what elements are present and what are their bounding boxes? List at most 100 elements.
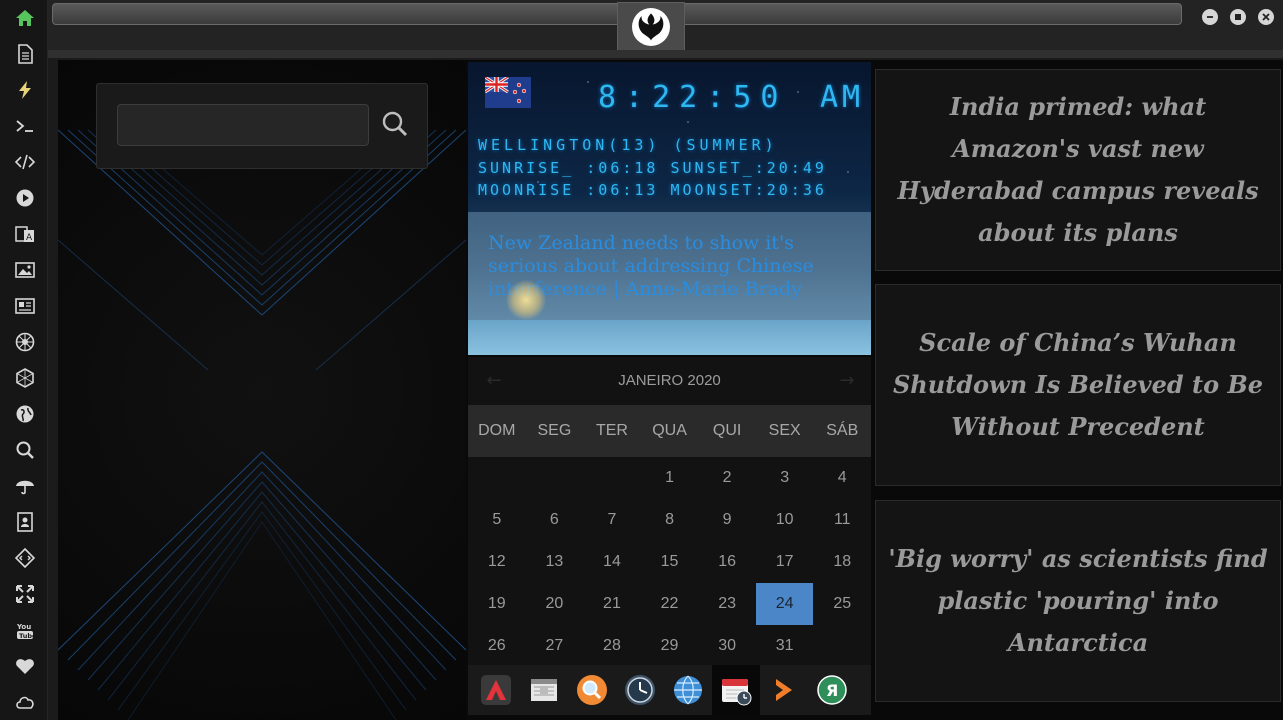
calendar-week: 26 27 28 29 30 31 bbox=[468, 625, 871, 667]
horizon-band bbox=[468, 320, 871, 355]
calendar-day[interactable] bbox=[583, 457, 641, 499]
play-icon[interactable] bbox=[10, 184, 40, 212]
calendar-day[interactable]: 23 bbox=[698, 583, 756, 625]
calendar-clock-icon[interactable] bbox=[712, 665, 760, 715]
sidebar: A You Tube bbox=[0, 0, 48, 720]
calendar-day[interactable]: 7 bbox=[583, 499, 641, 541]
news-headline: 'Big worry' as scientists find plastic '… bbox=[888, 544, 1268, 657]
rebel-alliance-logo-icon bbox=[632, 8, 670, 46]
calendar-day[interactable]: 4 bbox=[813, 457, 871, 499]
red-app-icon[interactable] bbox=[480, 674, 512, 706]
expand-icon[interactable] bbox=[10, 580, 40, 608]
calendar-day-today[interactable]: 24 bbox=[755, 583, 814, 625]
calendar-day[interactable]: 2 bbox=[698, 457, 756, 499]
search-button[interactable] bbox=[377, 106, 413, 142]
contacts-icon[interactable] bbox=[10, 508, 40, 536]
new-zealand-flag-icon bbox=[485, 77, 531, 108]
code-icon[interactable] bbox=[10, 148, 40, 176]
clock-icon[interactable] bbox=[624, 674, 656, 706]
calendar-header: ← JANEIRO 2020 → bbox=[468, 357, 871, 403]
calendar-day[interactable]: 28 bbox=[583, 625, 641, 667]
globe-icon[interactable] bbox=[10, 400, 40, 428]
calendar-prev-button[interactable]: ← bbox=[482, 369, 506, 391]
weekday-label: QUA bbox=[652, 422, 687, 439]
calendar-day[interactable]: 8 bbox=[641, 499, 699, 541]
home-icon[interactable] bbox=[10, 4, 40, 32]
magnifier-icon[interactable] bbox=[576, 674, 608, 706]
minimize-button[interactable] bbox=[1202, 9, 1218, 25]
weekday-label: SEX bbox=[768, 422, 801, 439]
calendar-week: 1 2 3 4 bbox=[468, 457, 871, 499]
calendar-day[interactable]: 25 bbox=[813, 583, 871, 625]
calendar-day[interactable]: 15 bbox=[641, 541, 699, 583]
calendar-day[interactable]: 21 bbox=[583, 583, 641, 625]
calendar-day[interactable] bbox=[468, 457, 526, 499]
calendar-day[interactable]: 20 bbox=[526, 583, 584, 625]
top-bar bbox=[48, 0, 1283, 54]
calendar-day[interactable]: 27 bbox=[526, 625, 584, 667]
calendar-day[interactable] bbox=[813, 625, 871, 667]
globe-icon[interactable] bbox=[672, 674, 704, 706]
calendar-day[interactable] bbox=[526, 457, 584, 499]
search-box bbox=[96, 83, 428, 169]
rebel-icon[interactable] bbox=[10, 328, 40, 356]
calendar-day[interactable]: 12 bbox=[468, 541, 526, 583]
calendar-weekday-row: DOM SEG TER QUA QUI SEX SÁB bbox=[468, 405, 871, 457]
translate-icon[interactable]: A bbox=[10, 220, 40, 248]
calendar-day[interactable]: 22 bbox=[641, 583, 699, 625]
calendar-day[interactable]: 26 bbox=[468, 625, 526, 667]
calendar-day[interactable]: 18 bbox=[813, 541, 871, 583]
logo-tab[interactable] bbox=[617, 2, 685, 52]
calendar-day[interactable]: 29 bbox=[641, 625, 699, 667]
news-card[interactable]: 'Big worry' as scientists find plastic '… bbox=[875, 500, 1281, 702]
clock-sunrise-sunset: SUNRISE_ :06:18 SUNSET_:20:49 bbox=[478, 159, 827, 177]
calendar-day[interactable]: 30 bbox=[698, 625, 756, 667]
weekday-label: TER bbox=[595, 422, 628, 439]
cloud-icon[interactable] bbox=[10, 688, 40, 716]
search-input[interactable] bbox=[117, 104, 369, 146]
hexagon-icon[interactable] bbox=[10, 364, 40, 392]
calendar-day[interactable]: 17 bbox=[756, 541, 814, 583]
terminal-icon[interactable] bbox=[10, 112, 40, 140]
calendar-day[interactable]: 16 bbox=[698, 541, 756, 583]
calendar-day[interactable]: 19 bbox=[468, 583, 526, 625]
app-dock: Я bbox=[468, 665, 871, 715]
svg-text:Tube: Tube bbox=[19, 632, 35, 640]
calendar-day[interactable]: 13 bbox=[526, 541, 584, 583]
search-icon[interactable] bbox=[10, 436, 40, 464]
youtube-icon[interactable]: You Tube bbox=[10, 616, 40, 644]
news-headline: India primed: what Amazon's vast new Hyd… bbox=[897, 92, 1259, 247]
calendar-day[interactable]: 31 bbox=[756, 625, 814, 667]
calendar-day[interactable]: 3 bbox=[756, 457, 814, 499]
calendar-day[interactable]: 14 bbox=[583, 541, 641, 583]
image-icon[interactable] bbox=[10, 256, 40, 284]
lightning-icon[interactable] bbox=[10, 76, 40, 104]
diamond-code-icon[interactable] bbox=[10, 544, 40, 572]
maximize-button[interactable] bbox=[1230, 9, 1246, 25]
news-card[interactable]: India primed: what Amazon's vast new Hyd… bbox=[875, 69, 1281, 271]
clock-ampm: AM bbox=[820, 80, 865, 115]
calendar-day[interactable]: 5 bbox=[468, 499, 526, 541]
calendar-day[interactable]: 6 bbox=[526, 499, 584, 541]
calendar-week: 12 13 14 15 16 17 18 bbox=[468, 541, 871, 583]
calendar-day[interactable]: 9 bbox=[698, 499, 756, 541]
yandex-icon[interactable]: Я bbox=[816, 674, 848, 706]
heart-icon[interactable] bbox=[10, 652, 40, 680]
calendar-day[interactable]: 10 bbox=[756, 499, 814, 541]
svg-text:You: You bbox=[16, 623, 31, 631]
umbrella-icon[interactable] bbox=[10, 472, 40, 500]
calendar-grid: 1 2 3 4 5 6 7 8 9 10 11 12 13 14 15 16 1… bbox=[468, 457, 871, 667]
svg-text:Я: Я bbox=[826, 681, 838, 700]
clock-time: 8:22:50 bbox=[598, 80, 788, 115]
newspaper-icon[interactable] bbox=[10, 292, 40, 320]
calendar-day[interactable]: 11 bbox=[813, 499, 871, 541]
calendar-sheet-icon[interactable] bbox=[528, 674, 560, 706]
arrow-icon[interactable] bbox=[768, 674, 800, 706]
weekday-label: SÁB bbox=[826, 422, 859, 439]
document-icon[interactable] bbox=[10, 40, 40, 68]
calendar-next-button[interactable]: → bbox=[835, 369, 859, 391]
calendar-day[interactable]: 1 bbox=[641, 457, 699, 499]
close-button[interactable] bbox=[1258, 9, 1274, 25]
calendar-week: 19 20 21 22 23 24 25 bbox=[468, 583, 871, 625]
news-card[interactable]: Scale of China’s Wuhan Shutdown Is Belie… bbox=[875, 284, 1281, 486]
